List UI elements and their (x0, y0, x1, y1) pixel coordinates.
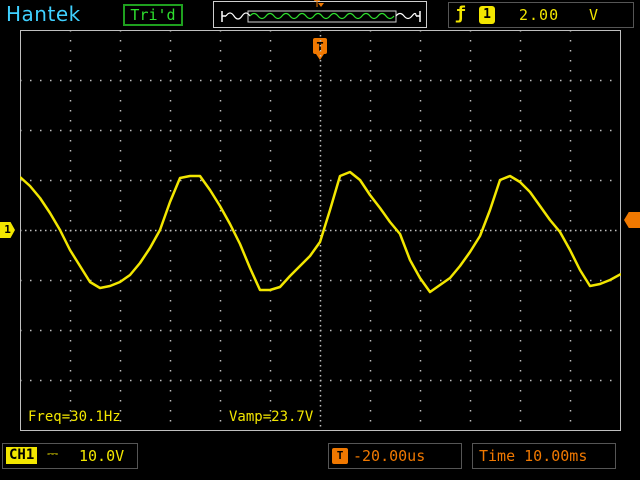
trigger-offset-setting[interactable]: T -20.00us (328, 443, 462, 469)
trigger-source-badge: 1 (479, 6, 495, 24)
top-status-bar: Hantek Tri'd T ƒ 1 2.00 V (0, 0, 640, 30)
trigger-offset-value: -20.00us (353, 447, 426, 465)
amplitude-readout: Vamp=23.7V (229, 409, 314, 425)
channel1-ground-marker[interactable]: 1 (0, 222, 15, 238)
waveform-display[interactable] (20, 30, 621, 431)
frequency-readout: Freq=30.1Hz (28, 409, 121, 425)
memory-position-indicator[interactable]: T (213, 0, 427, 28)
trigger-offset-icon: T (332, 448, 348, 464)
trigger-status-badge: Tri'd (123, 4, 183, 26)
trigger-level-value: 2.00 (519, 6, 560, 24)
channel1-volts-per-div: 10.0V (79, 447, 125, 465)
channel1-tag: CH1 (6, 447, 38, 464)
trigger-level-unit: V (589, 6, 599, 24)
memory-trigger-label: T (314, 0, 321, 10)
trigger-settings-panel[interactable]: ƒ 1 2.00 V (448, 2, 634, 28)
brand-logo: Hantek (6, 2, 81, 26)
trigger-level-marker[interactable] (624, 212, 640, 228)
dc-coupling-icon: ⎓ (47, 446, 59, 462)
channel1-settings[interactable]: CH1 ⎓ 10.0V (2, 443, 138, 469)
bottom-status-bar: CH1 ⎓ 10.0V T -20.00us Time 10.00ms (0, 437, 640, 480)
rising-edge-icon: ƒ (455, 3, 466, 24)
memory-waveform-overview (221, 3, 421, 23)
oscilloscope-grid (20, 30, 621, 431)
timebase-value: Time 10.00ms (479, 447, 588, 465)
timebase-setting[interactable]: Time 10.00ms (472, 443, 616, 469)
